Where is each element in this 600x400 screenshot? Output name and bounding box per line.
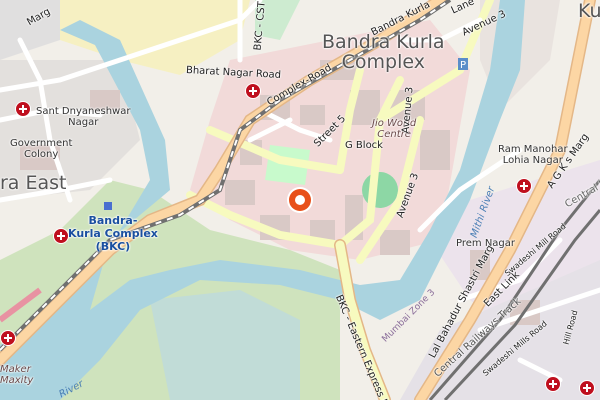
stadium-ring (362, 172, 398, 208)
hospital-icon[interactable] (516, 178, 532, 194)
hospital-icon[interactable] (245, 83, 261, 99)
parking-icon: P (458, 58, 468, 71)
station-icon[interactable] (104, 202, 112, 210)
svg-text:P: P (460, 60, 466, 71)
location-marker-icon[interactable] (289, 189, 311, 211)
hospital-icon[interactable] (0, 330, 16, 346)
hospital-icon[interactable] (579, 380, 595, 396)
hospital-icon[interactable] (15, 101, 31, 117)
map-canvas[interactable]: P Bandra Kurla Complex ra East Ku Sant D… (0, 0, 600, 400)
hospital-icon[interactable] (545, 376, 561, 392)
hospital-icon[interactable] (53, 228, 69, 244)
